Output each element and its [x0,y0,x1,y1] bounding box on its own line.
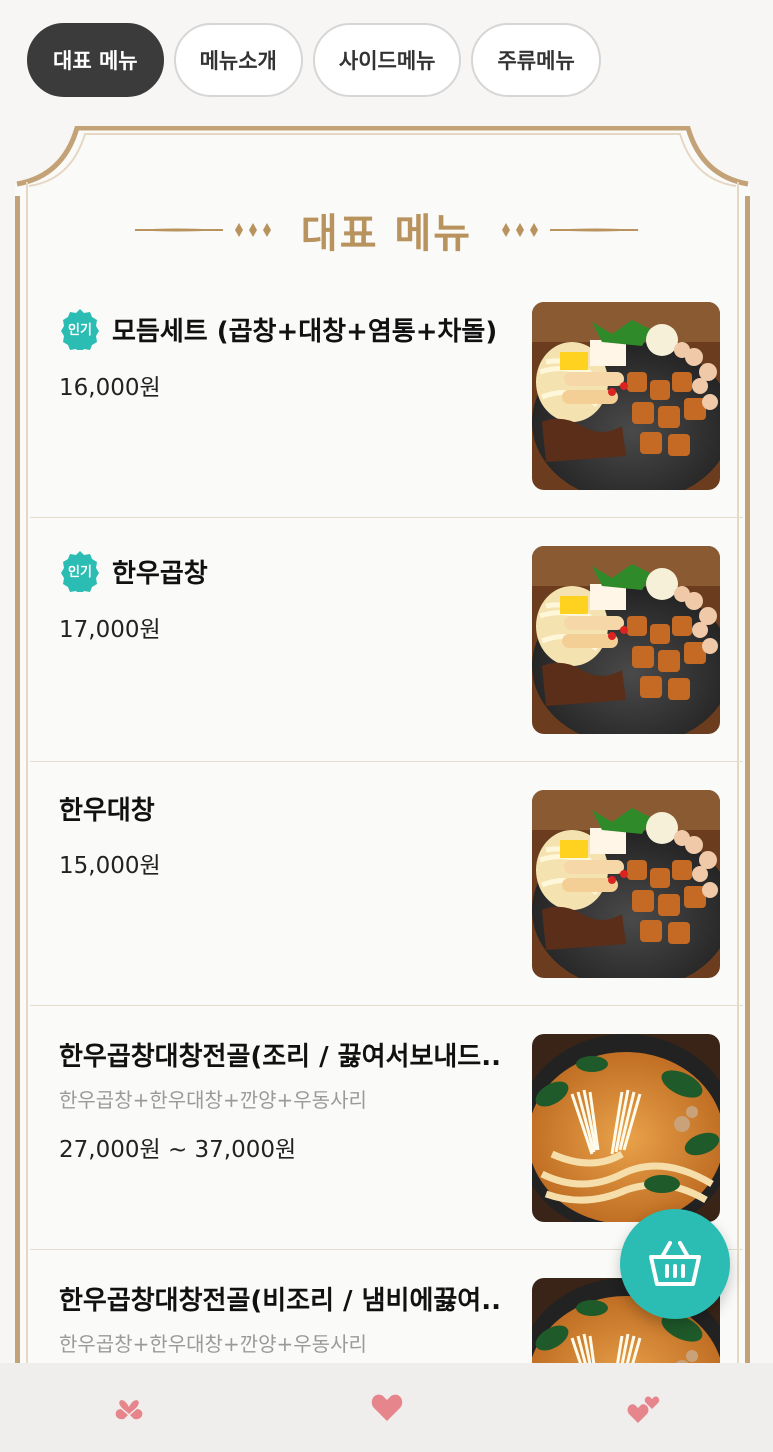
paper-inner-line-left [26,182,28,1416]
menu-item-price: 17,000원 [59,617,161,643]
menu-item-price: 16,000원 [59,375,161,401]
heart-icon [371,1394,402,1421]
menu-item[interactable]: 한우대창 15,000원 [30,762,743,1006]
menu-item-description: 한우곱창+한우대창+깐양+우동사리 [59,1088,367,1112]
nav-item-likes[interactable] [515,1363,773,1452]
tab-side-menu[interactable]: 사이드메뉴 [312,23,462,97]
clover-hearts-icon [115,1399,143,1419]
tab-signature-menu[interactable]: 대표 메뉴 [27,23,164,97]
menu-item-image[interactable] [532,546,720,734]
menu-item-title: 인기 한우곱창 [59,550,208,592]
menu-item-name: 한우곱창대창전골(조리 / 끓여서보내드... [59,1042,501,1072]
cart-button[interactable] [620,1209,730,1319]
menu-item-name: 한우곱창 [112,558,208,589]
tab-menu-intro[interactable]: 메뉴소개 [173,23,303,97]
section-title: 대표 메뉴 [300,211,473,257]
popular-badge-icon: 인기 [59,308,101,350]
menu-item-name: 모듬세트 (곱창+대창+염통+차돌) [112,316,498,347]
basket-icon [649,1241,701,1286]
paper-top-ornament [15,126,750,196]
menu-item[interactable]: 인기 모듬세트 (곱창+대창+염통+차돌) 16,000원 [30,274,743,518]
menu-item-name: 한우곱창대창전골(비조리 / 냄비에끓여... [59,1286,501,1316]
nav-item-home[interactable] [0,1363,258,1452]
menu-item-image[interactable] [532,790,720,978]
heading-ornament-right [498,220,639,240]
menu-item[interactable]: 인기 한우곱창 17,000원 [30,518,743,762]
svg-text:인기: 인기 [68,564,92,580]
menu-item-name: 한우대창 [59,796,155,826]
menu-item-image[interactable] [532,302,720,490]
menu-item[interactable]: 한우곱창대창전골(조리 / 끓여서보내드... 한우곱창+한우대창+깐양+우동사… [30,1006,743,1250]
heading-ornament-left [134,220,275,240]
menu-item-price: 27,000원 ~ 37,000원 [59,1137,297,1163]
category-tabs: 대표 메뉴 메뉴소개 사이드메뉴 주류메뉴 [27,23,601,99]
menu-item-image[interactable] [532,1034,720,1222]
tab-drinks-menu[interactable]: 주류메뉴 [471,23,601,97]
menu-item-price: 15,000원 [59,853,161,879]
bottom-nav [0,1363,773,1452]
nav-item-favorites[interactable] [258,1363,516,1452]
svg-text:인기: 인기 [68,322,92,338]
menu-item-description: 한우곱창+한우대창+깐양+우동사리 [59,1332,367,1356]
twin-hearts-icon [627,1396,660,1423]
section-heading: 대표 메뉴 [0,198,773,262]
menu-item-title: 인기 모듬세트 (곱창+대창+염통+차돌) [59,308,497,350]
popular-badge-icon: 인기 [59,550,101,592]
